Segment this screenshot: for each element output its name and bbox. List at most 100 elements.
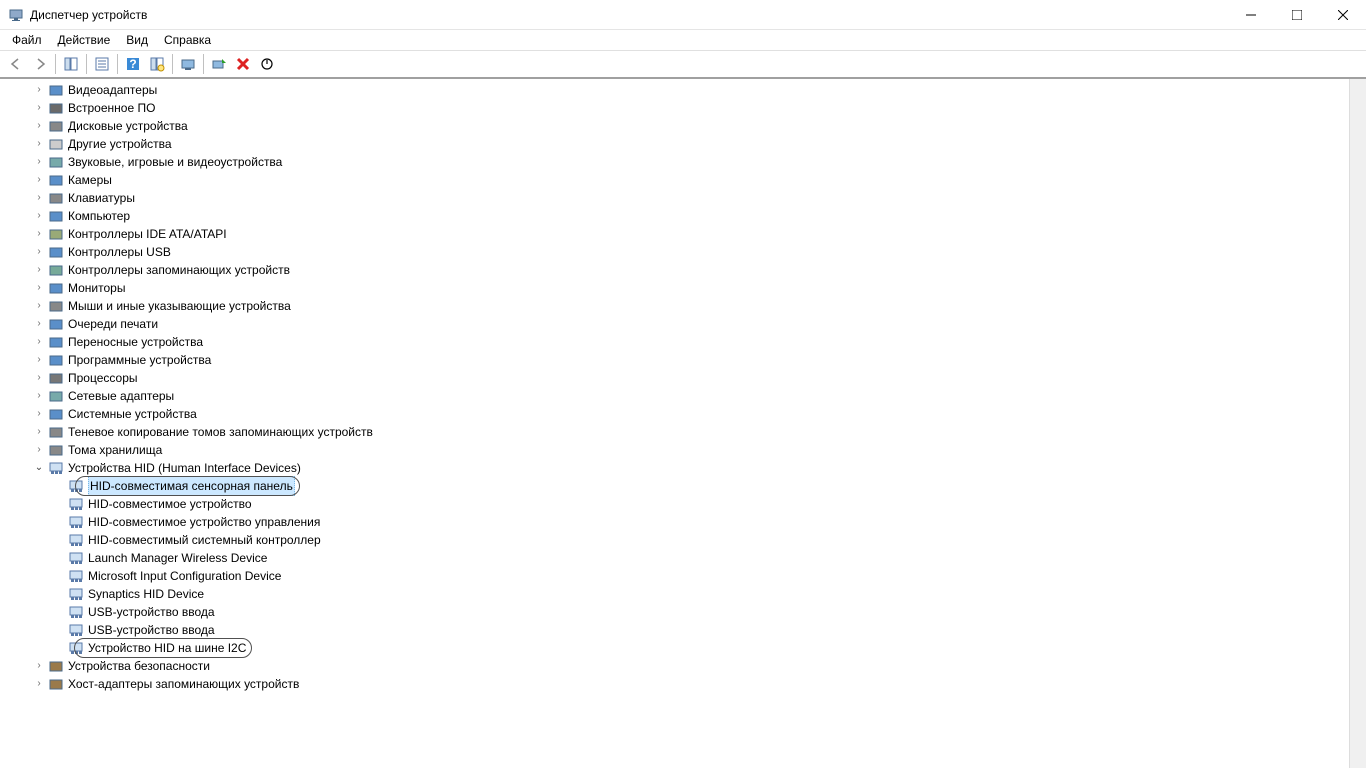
category-node[interactable]: ›Хост-адаптеры запоминающих устройств — [12, 675, 1349, 693]
expand-icon[interactable]: › — [32, 117, 46, 135]
expand-icon[interactable]: › — [32, 171, 46, 189]
category-icon — [48, 406, 64, 422]
back-button[interactable] — [4, 53, 28, 75]
device-node[interactable]: HID-совместимый системный контроллер — [12, 531, 1349, 549]
category-node[interactable]: ›Мыши и иные указывающие устройства — [12, 297, 1349, 315]
category-node[interactable]: ›Сетевые адаптеры — [12, 387, 1349, 405]
tree-node-label: Контроллеры запоминающих устройств — [68, 261, 290, 279]
tree-node-label: Мониторы — [68, 279, 125, 297]
category-node[interactable]: ›Другие устройства — [12, 135, 1349, 153]
device-node[interactable]: Устройство HID на шине I2C — [12, 639, 1349, 657]
expand-icon[interactable]: › — [32, 297, 46, 315]
tree-node-label: Процессоры — [68, 369, 138, 387]
expand-icon[interactable]: › — [32, 243, 46, 261]
category-node[interactable]: ›Видеоадаптеры — [12, 81, 1349, 99]
tree-node-label: Встроенное ПО — [68, 99, 155, 117]
device-node[interactable]: HID-совместимая сенсорная панель — [12, 477, 1349, 495]
tree-node-label: HID-совместимый системный контроллер — [88, 531, 321, 549]
enable-device-button[interactable] — [207, 53, 231, 75]
category-icon — [48, 82, 64, 98]
category-node[interactable]: ›Переносные устройства — [12, 333, 1349, 351]
category-icon — [48, 316, 64, 332]
device-node[interactable]: USB-устройство ввода — [12, 621, 1349, 639]
uninstall-device-button[interactable] — [231, 53, 255, 75]
update-driver-button[interactable] — [176, 53, 200, 75]
category-icon — [48, 244, 64, 260]
expand-icon[interactable]: › — [32, 261, 46, 279]
expand-icon[interactable]: › — [32, 207, 46, 225]
hid-device-icon — [68, 550, 84, 566]
minimize-button[interactable] — [1228, 0, 1274, 30]
category-icon — [48, 190, 64, 206]
category-node[interactable]: ›Программные устройства — [12, 351, 1349, 369]
hid-device-icon — [68, 640, 84, 656]
collapse-icon[interactable]: ⌄ — [32, 459, 46, 477]
menu-view[interactable]: Вид — [118, 32, 156, 48]
disable-device-button[interactable] — [255, 53, 279, 75]
window-title: Диспетчер устройств — [30, 8, 1228, 22]
tree-node-label: Теневое копирование томов запоминающих у… — [68, 423, 373, 441]
expand-icon[interactable]: › — [32, 675, 46, 693]
forward-button[interactable] — [28, 53, 52, 75]
menu-action[interactable]: Действие — [50, 32, 119, 48]
category-node[interactable]: ›Очереди печати — [12, 315, 1349, 333]
category-node[interactable]: ›Устройства безопасности — [12, 657, 1349, 675]
device-node[interactable]: HID-совместимое устройство управления — [12, 513, 1349, 531]
category-hid[interactable]: ⌄Устройства HID (Human Interface Devices… — [12, 459, 1349, 477]
expand-icon[interactable]: › — [32, 441, 46, 459]
category-node[interactable]: ›Контроллеры USB — [12, 243, 1349, 261]
device-tree[interactable]: ›Видеоадаптеры›Встроенное ПО›Дисковые ус… — [0, 79, 1349, 768]
device-node[interactable]: Microsoft Input Configuration Device — [12, 567, 1349, 585]
category-node[interactable]: › Камеры — [12, 171, 1349, 189]
category-node[interactable]: › Встроенное ПО — [12, 99, 1349, 117]
hid-device-icon — [68, 586, 84, 602]
category-node[interactable]: › Контроллеры запоминающих устройств — [12, 261, 1349, 279]
category-icon — [48, 262, 64, 278]
category-node[interactable]: › Теневое копирование томов запоминающих … — [12, 423, 1349, 441]
maximize-button[interactable] — [1274, 0, 1320, 30]
expand-icon[interactable]: › — [32, 405, 46, 423]
expand-icon[interactable]: › — [32, 81, 46, 99]
expand-icon[interactable]: › — [32, 387, 46, 405]
menu-help[interactable]: Справка — [156, 32, 219, 48]
device-node[interactable]: USB-устройство ввода — [12, 603, 1349, 621]
category-node[interactable]: ›Дисковые устройства — [12, 117, 1349, 135]
device-node[interactable]: HID-совместимое устройство — [12, 495, 1349, 513]
category-node[interactable]: › Мониторы — [12, 279, 1349, 297]
expand-icon[interactable]: › — [32, 351, 46, 369]
tree-node-label: Камеры — [68, 171, 112, 189]
expand-icon[interactable]: › — [32, 369, 46, 387]
category-icon — [48, 298, 64, 314]
category-icon — [48, 442, 64, 458]
close-button[interactable] — [1320, 0, 1366, 30]
properties-button[interactable] — [90, 53, 114, 75]
expand-icon[interactable]: › — [32, 315, 46, 333]
expand-icon[interactable]: › — [32, 657, 46, 675]
hid-device-icon — [68, 568, 84, 584]
expand-icon[interactable]: › — [32, 99, 46, 117]
device-node[interactable]: Synaptics HID Device — [12, 585, 1349, 603]
expand-icon[interactable]: › — [32, 153, 46, 171]
category-node[interactable]: ›Компьютер — [12, 207, 1349, 225]
expand-icon[interactable]: › — [32, 135, 46, 153]
category-node[interactable]: › Тома хранилища — [12, 441, 1349, 459]
device-node[interactable]: Launch Manager Wireless Device — [12, 549, 1349, 567]
category-node[interactable]: ›Клавиатуры — [12, 189, 1349, 207]
menu-file[interactable]: Файл — [4, 32, 50, 48]
help-button[interactable]: ? — [121, 53, 145, 75]
scan-hardware-button[interactable] — [145, 53, 169, 75]
hid-device-icon — [68, 532, 84, 548]
category-node[interactable]: ›Звуковые, игровые и видеоустройства — [12, 153, 1349, 171]
expand-icon[interactable]: › — [32, 189, 46, 207]
category-node[interactable]: ›Контроллеры IDE ATA/ATAPI — [12, 225, 1349, 243]
show-hide-tree-button[interactable] — [59, 53, 83, 75]
toolbar: ? — [0, 50, 1366, 78]
expand-icon[interactable]: › — [32, 225, 46, 243]
expand-icon[interactable]: › — [32, 279, 46, 297]
category-node[interactable]: ›Системные устройства — [12, 405, 1349, 423]
expand-icon[interactable]: › — [32, 333, 46, 351]
category-node[interactable]: › Процессоры — [12, 369, 1349, 387]
tree-node-label: Тома хранилища — [68, 441, 162, 459]
vertical-scrollbar[interactable] — [1349, 79, 1366, 768]
expand-icon[interactable]: › — [32, 423, 46, 441]
